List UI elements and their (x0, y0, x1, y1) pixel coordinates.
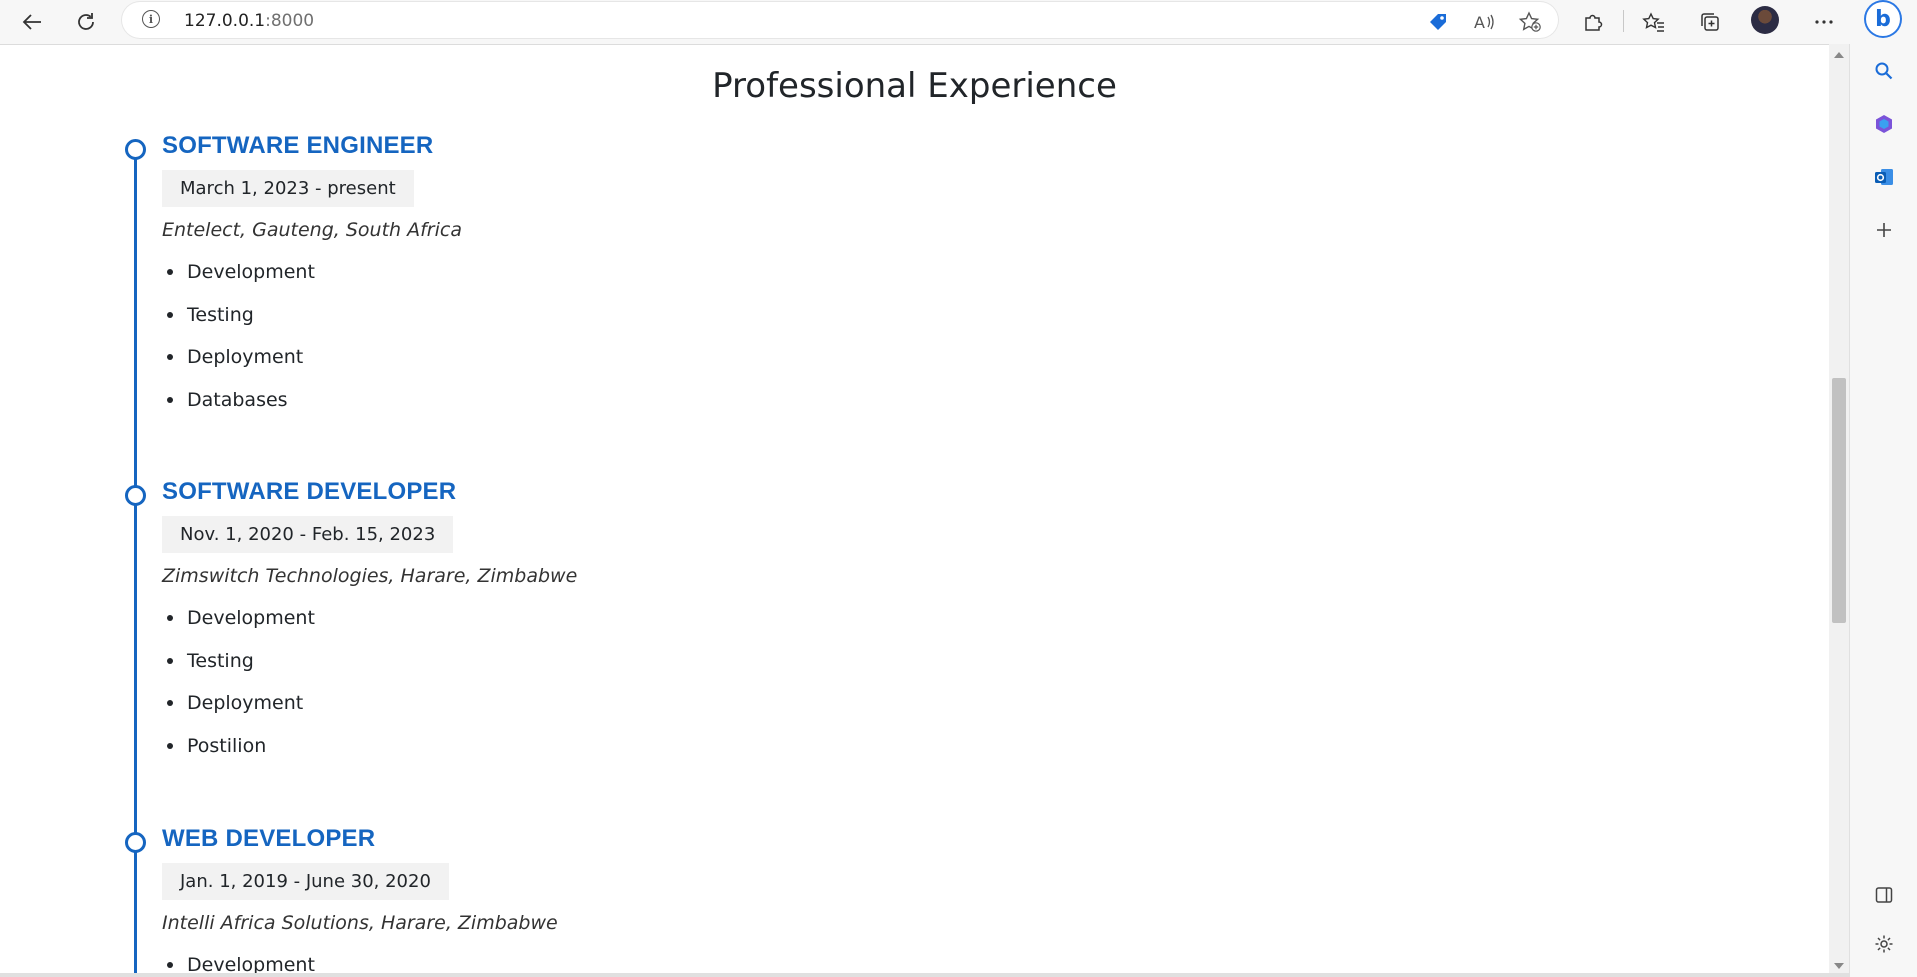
collections-button[interactable] (1692, 4, 1728, 40)
duty-item: Deployment (162, 689, 315, 732)
extensions-button[interactable] (1575, 4, 1611, 40)
panel-toggle-icon (1875, 887, 1893, 903)
edge-sidebar (1849, 44, 1917, 977)
scroll-up-arrow-icon[interactable] (1834, 52, 1844, 58)
sidebar-search-button[interactable] (1867, 54, 1901, 88)
collections-icon (1701, 13, 1719, 31)
duty-list: Development (162, 951, 315, 973)
window-bottom-edge (0, 973, 1849, 977)
favorites-list-icon (1642, 12, 1664, 32)
back-button[interactable] (14, 4, 50, 40)
duty-item: Development (162, 258, 315, 301)
timeline-dot (125, 832, 146, 853)
duty-item: Development (162, 951, 315, 973)
address-url[interactable]: 127.0.0.1:8000 (184, 11, 314, 31)
duty-item: Development (162, 604, 315, 647)
duty-item: Testing (162, 301, 315, 344)
sidebar-hide-button[interactable] (1867, 878, 1901, 912)
sidebar-outlook-button[interactable] (1867, 160, 1901, 194)
address-bar[interactable]: i 127.0.0.1:8000 A (122, 2, 1558, 38)
job-company: Entelect, Gauteng, South Africa (162, 219, 462, 241)
sidebar-add-button[interactable] (1867, 213, 1901, 247)
back-arrow-icon (22, 14, 41, 30)
sidebar-m365-button[interactable] (1867, 107, 1901, 141)
job-dates: Jan. 1, 2019 - June 30, 2020 (162, 863, 449, 900)
refresh-button[interactable] (68, 4, 104, 40)
job-dates: Nov. 1, 2020 - Feb. 15, 2023 (162, 516, 454, 553)
scroll-down-arrow-icon[interactable] (1834, 963, 1844, 969)
duty-item: Postilion (162, 732, 315, 775)
job-title: SOFTWARE ENGINEER (162, 132, 434, 159)
coupon-tag-icon[interactable] (1424, 8, 1452, 36)
timeline-dot (125, 139, 146, 160)
duty-list: Development Testing Deployment Postilion (162, 604, 315, 774)
favorites-button[interactable] (1636, 4, 1672, 40)
duty-item: Deployment (162, 343, 315, 386)
ellipsis-icon (1815, 20, 1833, 24)
refresh-icon (78, 13, 94, 30)
sidebar-settings-button[interactable] (1867, 927, 1901, 961)
microsoft-365-icon (1876, 115, 1892, 133)
bing-copilot-icon[interactable]: b (1864, 0, 1902, 38)
duty-item: Testing (162, 647, 315, 690)
job-title: WEB DEVELOPER (162, 825, 376, 852)
plus-icon (1877, 223, 1891, 237)
browser-toolbar: i 127.0.0.1:8000 A b (0, 0, 1917, 45)
site-info-icon[interactable]: i (142, 10, 160, 28)
scroll-thumb[interactable] (1832, 378, 1846, 623)
job-dates: March 1, 2023 - present (162, 170, 414, 207)
timeline-dot (125, 485, 146, 506)
duty-list: Development Testing Deployment Databases (162, 258, 315, 428)
page-title: Professional Experience (712, 66, 1117, 106)
job-company: Intelli Africa Solutions, Harare, Zimbab… (162, 912, 558, 934)
duty-item: Databases (162, 386, 315, 429)
outlook-icon (1875, 169, 1893, 185)
more-menu-button[interactable] (1806, 4, 1842, 40)
job-title: SOFTWARE DEVELOPER (162, 478, 457, 505)
gear-icon (1875, 935, 1893, 953)
add-favorite-icon[interactable] (1516, 8, 1544, 36)
read-aloud-icon[interactable]: A (1470, 8, 1498, 36)
search-icon (1875, 62, 1893, 80)
page-scrollbar[interactable] (1829, 44, 1849, 977)
puzzle-icon (1585, 14, 1603, 31)
page-content: Professional Experience SOFTWARE ENGINEE… (0, 44, 1829, 973)
svg-text:A: A (1474, 13, 1485, 32)
toolbar-divider (1623, 10, 1624, 32)
job-company: Zimswitch Technologies, Harare, Zimbabwe (162, 565, 578, 587)
profile-avatar[interactable] (1751, 6, 1779, 34)
